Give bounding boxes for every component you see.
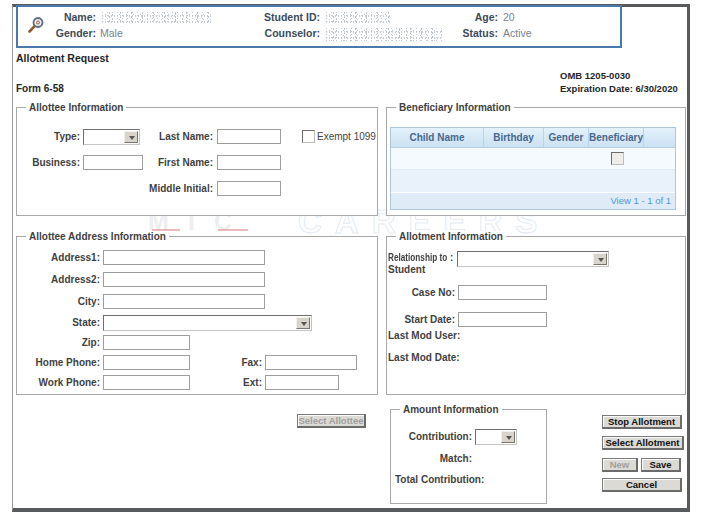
form-number: Form 6-58 (16, 83, 64, 94)
beneficiary-table-footer: View 1 - 1 of 1 (391, 192, 675, 209)
last-name-input[interactable] (217, 129, 281, 144)
work-phone-label: Work Phone: (30, 377, 100, 389)
fax-input[interactable] (265, 355, 357, 370)
cancel-button[interactable]: Cancel (602, 478, 682, 492)
chevron-down-icon (129, 136, 135, 140)
exempt-1099-checkbox[interactable] (302, 130, 315, 143)
last-name-label: Last Name: (150, 131, 213, 143)
home-phone-input[interactable] (103, 355, 190, 370)
home-phone-label: Home Phone: (30, 357, 100, 369)
allottee-information-legend: Allottee Information (26, 102, 126, 113)
last-mod-user-label: Last Mod User: (388, 330, 455, 342)
match-label: Match: (400, 453, 472, 465)
name-value-redacted (100, 11, 212, 24)
amount-information-legend: Amount Information (400, 404, 502, 415)
last-mod-date-label: Last Mod Date: (388, 352, 455, 364)
state-label: State: (30, 317, 100, 329)
start-date-input[interactable] (458, 312, 547, 327)
new-button[interactable]: New (602, 458, 638, 472)
beneficiary-information-legend: Beneficiary Information (396, 102, 514, 113)
save-button[interactable]: Save (641, 458, 681, 472)
middle-initial-label: Middle Initial: (140, 183, 213, 195)
address1-input[interactable] (103, 250, 265, 265)
page-title: Allotment Request (16, 52, 109, 64)
counselor-value-redacted (324, 27, 442, 41)
omb-number: OMB 1205-0030 (560, 70, 630, 81)
ext-label: Ext: (232, 377, 262, 389)
state-select[interactable] (103, 315, 312, 331)
work-phone-input[interactable] (103, 375, 190, 390)
city-label: City: (30, 296, 100, 308)
select-allottee-button[interactable]: Select Allottee (297, 414, 366, 428)
age-value: 20 (503, 11, 515, 24)
contribution-label: Contribution: (400, 431, 472, 443)
column-header-gender[interactable]: Gender (544, 128, 589, 147)
case-no-input[interactable] (458, 285, 547, 300)
address2-input[interactable] (103, 272, 265, 287)
middle-initial-input[interactable] (217, 181, 281, 196)
expiration-date: Expiration Date: 6/30/2020 (560, 83, 678, 94)
allotment-information-legend: Allotment Information (396, 231, 506, 242)
status-label: Status: (430, 27, 498, 40)
beneficiary-table: Child Name Birthday Gender Beneficiary V… (390, 127, 676, 210)
column-header-child-name[interactable]: Child Name (391, 128, 484, 147)
gender-value: Male (100, 27, 123, 40)
beneficiary-table-row[interactable] (391, 148, 675, 170)
chevron-down-icon (506, 436, 512, 440)
relationship-select[interactable] (457, 251, 609, 267)
address2-label: Address2: (30, 274, 100, 286)
chevron-down-icon (301, 322, 307, 326)
column-header-birthday[interactable]: Birthday (484, 128, 544, 147)
business-label: Business: (30, 157, 80, 169)
column-header-beneficiary[interactable]: Beneficiary (589, 128, 644, 147)
first-name-input[interactable] (217, 155, 281, 170)
chevron-down-icon (598, 258, 604, 262)
student-id-label: Student ID: (240, 11, 320, 24)
allottee-address-legend: Allottee Address Information (26, 231, 169, 242)
type-select[interactable] (83, 129, 140, 145)
total-contribution-label: Total Contribution: (395, 474, 472, 486)
contribution-select[interactable] (475, 429, 517, 445)
allotment-request-page: MTC CAREERS Name: Student ID: Age: 20 Ge… (0, 0, 707, 519)
name-label: Name: (40, 11, 96, 24)
business-input[interactable] (83, 155, 143, 170)
age-label: Age: (430, 11, 498, 24)
fax-label: Fax: (232, 357, 262, 369)
relationship-colon: : (450, 252, 456, 264)
relationship-label: Relationship to (388, 252, 445, 264)
first-name-label: First Name: (150, 157, 213, 169)
relationship-student-label: Student (388, 264, 450, 276)
city-input[interactable] (103, 294, 265, 309)
pager-status: View 1 - 1 of 1 (610, 195, 671, 206)
start-date-label: Start Date: (390, 314, 455, 326)
status-value: Active (503, 27, 532, 40)
type-label: Type: (30, 131, 80, 143)
student-id-value-redacted (324, 11, 390, 24)
stop-allotment-button[interactable]: Stop Allotment (602, 415, 682, 429)
counselor-label: Counselor: (240, 27, 320, 40)
address1-label: Address1: (30, 252, 100, 264)
zip-label: Zip: (30, 337, 100, 349)
exempt-1099-label: Exempt 1099 (317, 131, 376, 143)
ext-input[interactable] (265, 375, 339, 390)
beneficiary-table-header: Child Name Birthday Gender Beneficiary (391, 128, 675, 148)
zip-input[interactable] (103, 335, 190, 350)
mtc-watermark-red-bar (218, 229, 248, 231)
select-allotment-button[interactable]: Select Allotment (602, 436, 684, 450)
case-no-label: Case No: (390, 287, 455, 299)
beneficiary-checkbox[interactable] (611, 152, 624, 165)
gender-label: Gender: (40, 27, 96, 40)
